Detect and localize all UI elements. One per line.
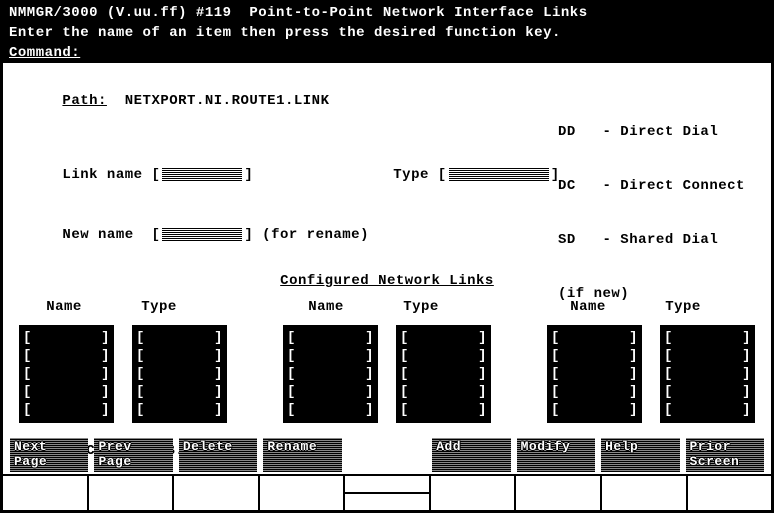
status-box-4: [260, 476, 346, 510]
type-col-2[interactable]: [][][][][]: [396, 325, 491, 423]
table-cell[interactable]: []: [396, 347, 491, 365]
type-label: Type: [393, 167, 429, 183]
status-box-8: [602, 476, 688, 510]
table-cell[interactable]: []: [547, 383, 642, 401]
title-bar: NMMGR/3000 (V.uu.ff) #119 Point-to-Point…: [3, 3, 771, 23]
name-col-2[interactable]: [][][][][]: [283, 325, 378, 423]
table-cell[interactable]: []: [132, 347, 227, 365]
table-cell[interactable]: []: [283, 401, 378, 419]
table-cell[interactable]: []: [283, 365, 378, 383]
status-boxes: [3, 474, 771, 510]
table-cell[interactable]: []: [547, 347, 642, 365]
status-box-9: [688, 476, 772, 510]
table-cell[interactable]: []: [132, 401, 227, 419]
command-line[interactable]: Command:: [3, 43, 771, 63]
newname-input[interactable]: [162, 227, 242, 241]
status-box-5: [345, 476, 431, 510]
linkname-input[interactable]: [162, 167, 242, 181]
name-col-1[interactable]: [][][][][]: [19, 325, 114, 423]
type-input[interactable]: [449, 167, 549, 181]
table-cell[interactable]: []: [660, 365, 755, 383]
table-cell[interactable]: []: [19, 365, 114, 383]
table-cell[interactable]: []: [547, 401, 642, 419]
table-cell[interactable]: []: [660, 383, 755, 401]
table-cell[interactable]: []: [396, 365, 491, 383]
table-cell[interactable]: []: [396, 329, 491, 347]
table-cell[interactable]: []: [283, 347, 378, 365]
table-cell[interactable]: []: [19, 383, 114, 401]
type-legend: DD - Direct Dial DC - Direct Connect SD …: [558, 87, 745, 339]
table-cell[interactable]: []: [283, 329, 378, 347]
table-cell[interactable]: []: [660, 347, 755, 365]
linkname-label: Link name: [62, 167, 142, 183]
fkey-delete[interactable]: Delete: [179, 438, 257, 472]
rename-hint: (for rename): [262, 227, 369, 243]
table-cell[interactable]: []: [132, 329, 227, 347]
table-cell[interactable]: []: [547, 365, 642, 383]
status-box-7: [516, 476, 602, 510]
table-cell[interactable]: []: [283, 383, 378, 401]
fkey-help[interactable]: Help: [601, 438, 679, 472]
table-cell[interactable]: []: [19, 329, 114, 347]
status-box-6: [431, 476, 517, 510]
table-cell[interactable]: []: [132, 365, 227, 383]
fkey-add[interactable]: Add: [432, 438, 510, 472]
function-key-row: Next Page Prev Page Delete Rename Add Mo…: [6, 438, 768, 472]
instruction-line: Enter the name of an item then press the…: [3, 23, 771, 43]
table-cell[interactable]: []: [396, 401, 491, 419]
type-col-1[interactable]: [][][][][]: [132, 325, 227, 423]
type-col-3[interactable]: [][][][][]: [660, 325, 755, 423]
status-box-3: [174, 476, 260, 510]
table-cell[interactable]: []: [660, 401, 755, 419]
table-cell[interactable]: []: [19, 401, 114, 419]
newname-label: New name: [62, 227, 133, 243]
name-col-3[interactable]: [][][][][]: [547, 325, 642, 423]
table-cell[interactable]: []: [132, 383, 227, 401]
status-box-1: [3, 476, 89, 510]
status-box-2: [89, 476, 175, 510]
fkey-modify[interactable]: Modify: [517, 438, 595, 472]
fkey-rename[interactable]: Rename: [263, 438, 341, 472]
links-table: [][][][][] [][][][][] [][][][][] [][][][…: [9, 325, 765, 423]
fkey-next-page[interactable]: Next Page: [10, 438, 88, 472]
fkey-prev-page[interactable]: Prev Page: [94, 438, 172, 472]
table-cell[interactable]: []: [19, 347, 114, 365]
table-cell[interactable]: []: [396, 383, 491, 401]
fkey-prior-screen[interactable]: Prior Screen: [686, 438, 764, 472]
